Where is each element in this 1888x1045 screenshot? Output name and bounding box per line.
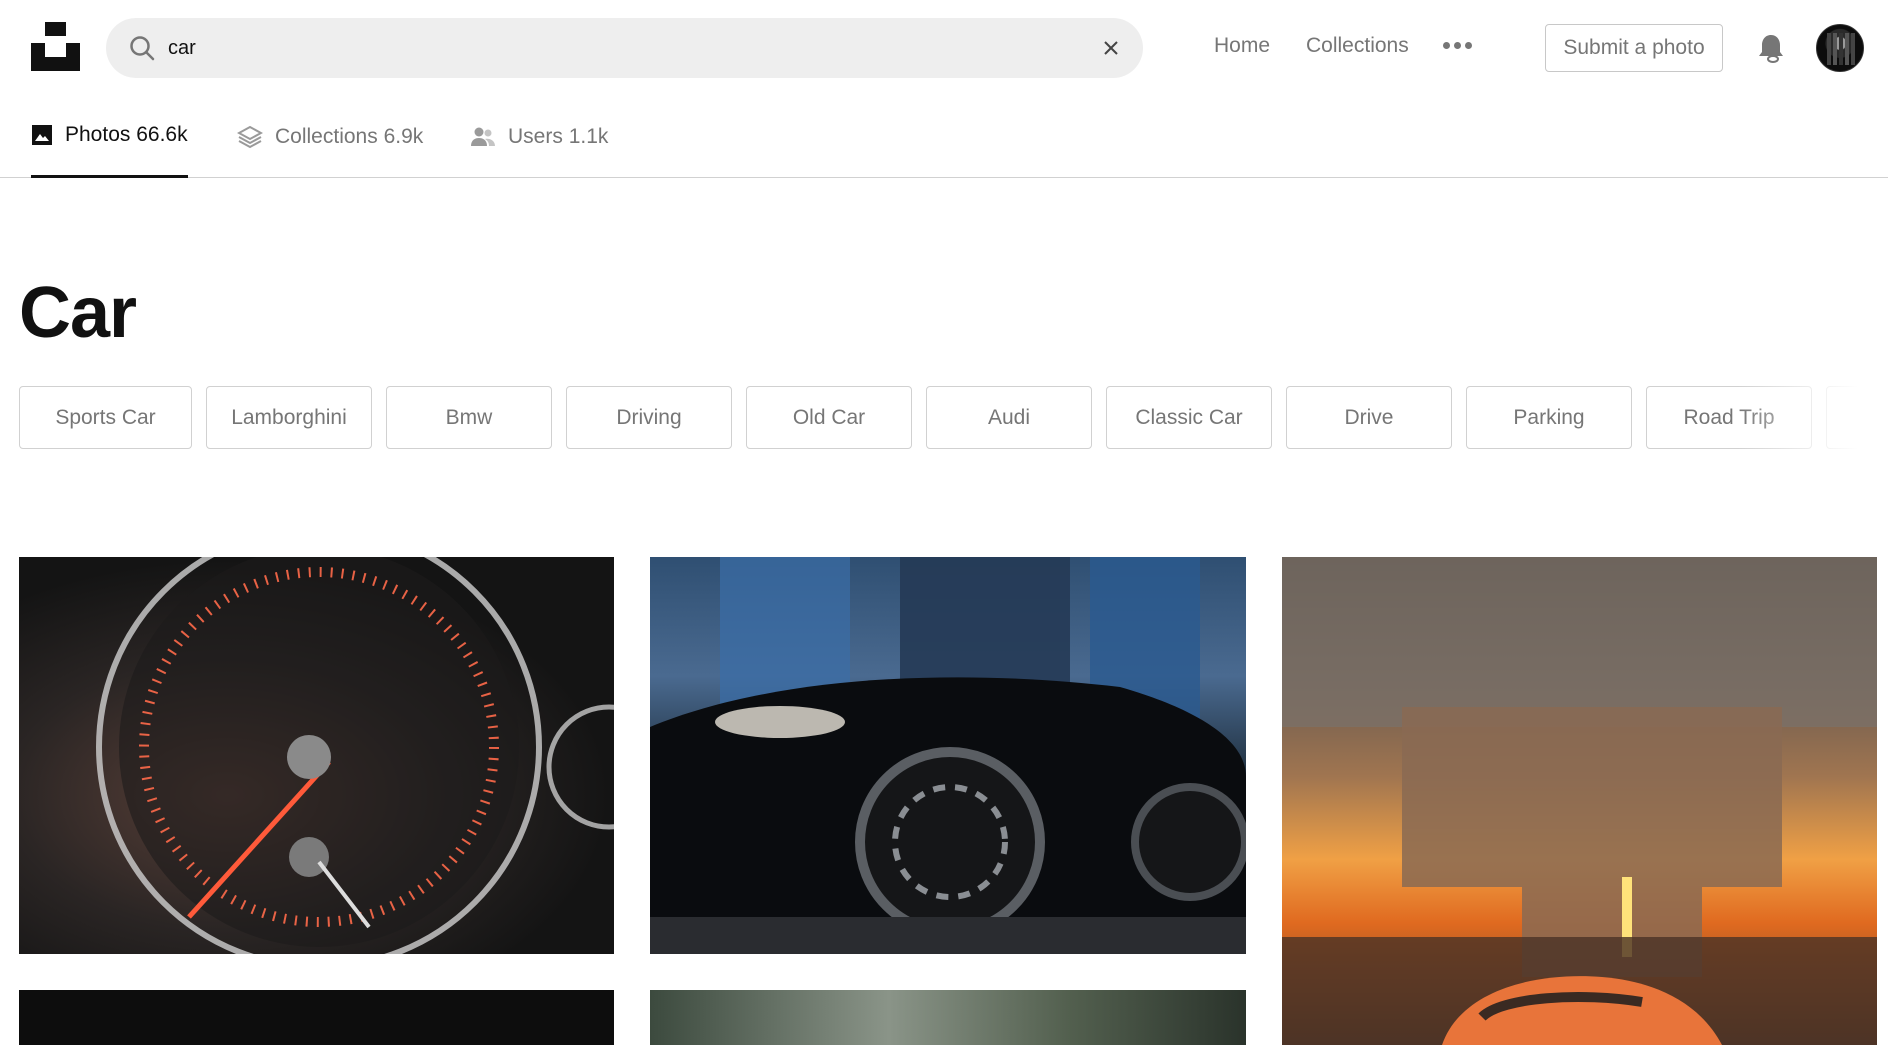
tab-photos[interactable]: Photos 66.6k — [31, 95, 188, 178]
related-chip[interactable]: Parking — [1466, 386, 1632, 449]
image-icon — [32, 125, 52, 145]
search-input[interactable] — [168, 28, 1068, 68]
search-bar[interactable] — [106, 18, 1143, 78]
submit-photo-button[interactable]: Submit a photo — [1545, 24, 1723, 72]
related-chip[interactable]: Driving — [566, 386, 732, 449]
top-navbar: Home Collections Submit a photo — [0, 0, 1888, 95]
tab-collections-label: Collections 6.9k — [275, 124, 424, 148]
more-menu-icon[interactable] — [1443, 33, 1477, 57]
speedometer-image — [96, 557, 614, 954]
related-chip[interactable]: Lamborghini — [206, 386, 372, 449]
page-title: Car — [19, 273, 137, 353]
related-chip[interactable]: Classic Car — [1106, 386, 1272, 449]
tab-collections[interactable]: Collections 6.9k — [237, 95, 423, 178]
bell-icon[interactable] — [1756, 32, 1786, 64]
related-chip[interactable]: Drive — [1286, 386, 1452, 449]
related-chip[interactable]: A — [1826, 386, 1888, 449]
search-result-tabs: Photos 66.6k Collections 6.9k Users 1.1k — [0, 95, 1888, 178]
tab-photos-label: Photos 66.6k — [65, 123, 188, 146]
search-icon[interactable] — [128, 34, 156, 62]
photo-orange-sunset-car[interactable] — [1282, 557, 1877, 1045]
photo-black-convertible[interactable] — [650, 557, 1246, 954]
close-icon[interactable] — [1099, 36, 1123, 60]
photo-dark-thumbnail[interactable] — [19, 990, 614, 1045]
tab-users[interactable]: Users 1.1k — [470, 95, 608, 178]
related-chip[interactable]: Old Car — [746, 386, 912, 449]
unsplash-logo[interactable] — [31, 22, 80, 71]
related-chip[interactable]: Sports Car — [19, 386, 192, 449]
related-chip[interactable]: Bmw — [386, 386, 552, 449]
nav-home-link[interactable]: Home — [1214, 34, 1270, 58]
car-sunset-image — [1282, 557, 1877, 1045]
related-searches: Sports Car Lamborghini Bmw Driving Old C… — [19, 386, 1888, 450]
photo-road-thumbnail[interactable] — [650, 990, 1246, 1045]
photo-speedometer[interactable] — [19, 557, 614, 954]
collections-stack-icon — [237, 125, 263, 148]
avatar[interactable] — [1816, 24, 1864, 72]
car-city-image — [650, 557, 1246, 954]
related-chip[interactable]: Audi — [926, 386, 1092, 449]
nav-collections-link[interactable]: Collections — [1306, 34, 1409, 58]
users-icon — [471, 127, 495, 146]
related-chip[interactable]: Road Trip — [1646, 386, 1812, 449]
tab-users-label: Users 1.1k — [508, 124, 609, 148]
